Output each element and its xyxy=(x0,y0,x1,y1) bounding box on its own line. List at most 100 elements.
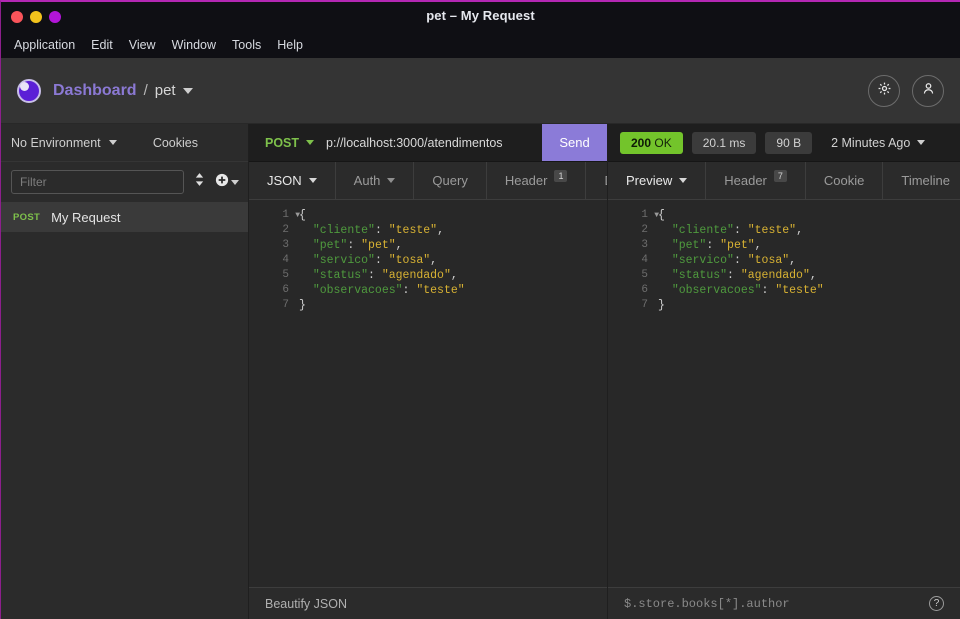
line-number: 2 xyxy=(282,224,289,236)
request-pane: POST p://localhost:3000/atendimentos Sen… xyxy=(249,124,608,619)
tab-auth-label: Auth xyxy=(353,173,381,188)
request-body-editor[interactable]: 1 ▼ 2 3 4 5 6 7 { "cliente": "teste", "pet": "p… xyxy=(249,200,607,587)
breadcrumb-dashboard[interactable]: Dashboard xyxy=(53,82,137,100)
code-line: "pet": "pet", xyxy=(299,238,607,253)
code-token-pun: : xyxy=(347,239,362,252)
code-token-pun xyxy=(299,284,313,297)
add-request-button[interactable] xyxy=(215,173,239,192)
code-line: "observacoes": "teste" xyxy=(299,283,607,298)
method-selector[interactable]: POST xyxy=(249,124,326,161)
request-gutter: 1 ▼ 2 3 4 5 6 7 xyxy=(249,200,300,587)
menu-help[interactable]: Help xyxy=(270,35,310,55)
status-text: OK xyxy=(654,135,672,150)
beautify-json-button[interactable]: Beautify JSON xyxy=(265,597,347,611)
app-window: pet – My Request Application Edit View W… xyxy=(0,0,960,619)
tab-response-header-label: Header xyxy=(724,173,767,188)
tab-timeline-label: Timeline xyxy=(901,173,951,188)
code-token-pun: , xyxy=(789,254,797,267)
menu-window[interactable]: Window xyxy=(165,35,223,55)
code-token-pun xyxy=(299,269,313,282)
menu-application[interactable]: Application xyxy=(7,35,82,55)
environment-label[interactable]: No Environment xyxy=(11,136,101,150)
breadcrumb: Dashboard / pet xyxy=(53,82,193,100)
request-list-item[interactable]: POST My Request xyxy=(1,202,248,232)
menu-view[interactable]: View xyxy=(122,35,163,55)
cookies-button[interactable]: Cookies xyxy=(153,136,198,150)
line-number: 5 xyxy=(641,269,648,281)
code-token-pun: , xyxy=(395,239,403,252)
sort-button[interactable] xyxy=(194,172,205,192)
code-token-pun: , xyxy=(437,224,444,237)
code-token-key: "observacoes" xyxy=(312,284,403,297)
tab-query-label: Query xyxy=(432,173,468,188)
tab-query[interactable]: Query xyxy=(414,162,487,199)
response-history-button[interactable]: 2 Minutes Ago xyxy=(831,136,926,150)
code-line: { xyxy=(658,208,960,223)
status-badge[interactable]: 200 OK xyxy=(620,131,683,154)
request-list: POST My Request xyxy=(1,202,248,619)
line-number: 6 xyxy=(282,284,289,296)
tab-timeline[interactable]: Timeline xyxy=(883,162,960,199)
request-code[interactable]: { "cliente": "teste", "pet": "pet", "ser… xyxy=(293,200,607,587)
tab-preview-label: Preview xyxy=(626,173,673,188)
tab-header[interactable]: Header 1 xyxy=(487,162,587,199)
window-title: pet – My Request xyxy=(426,8,535,23)
account-button[interactable] xyxy=(912,74,944,107)
tab-response-header[interactable]: Header 7 xyxy=(706,162,806,199)
code-token-pun xyxy=(658,239,672,252)
send-button[interactable]: Send xyxy=(542,124,607,161)
method-label: POST xyxy=(265,135,300,150)
tab-auth[interactable]: Auth xyxy=(336,162,415,199)
response-status-bar: 200 OK 20.1 ms 90 B 2 Minutes Ago xyxy=(608,124,960,162)
fold-triangle-icon[interactable]: ▼ xyxy=(295,208,300,223)
tab-header-badge: 1 xyxy=(554,169,568,182)
code-token-pun xyxy=(658,269,672,282)
question-mark-icon[interactable]: ? xyxy=(929,596,944,611)
url-input[interactable]: p://localhost:3000/atendimentos xyxy=(326,124,542,161)
chevron-down-icon xyxy=(306,140,315,145)
jsonpath-filter-input[interactable] xyxy=(624,596,929,611)
code-token-str: "pet" xyxy=(720,239,755,252)
filter-input[interactable] xyxy=(11,170,184,194)
environment-row: No Environment Cookies xyxy=(1,124,248,162)
tab-docs[interactable]: Do xyxy=(586,162,607,199)
fold-triangle-icon[interactable]: ▼ xyxy=(654,208,659,223)
chevron-down-icon[interactable] xyxy=(231,179,239,185)
tab-cookie[interactable]: Cookie xyxy=(806,162,884,199)
menu-tools[interactable]: Tools xyxy=(225,35,268,55)
response-time-chip[interactable]: 20.1 ms xyxy=(691,131,757,154)
line-number: 1 ▼ xyxy=(641,209,659,221)
code-line: "status": "agendado", xyxy=(299,268,607,283)
line-number: 2 xyxy=(641,224,648,236)
chevron-down-icon[interactable] xyxy=(108,140,117,145)
code-token-pun: , xyxy=(809,269,817,282)
tab-cookie-label: Cookie xyxy=(823,173,865,188)
request-name: My Request xyxy=(51,209,121,225)
app-header: Dashboard / pet xyxy=(1,58,960,124)
sort-updown-icon xyxy=(194,172,205,192)
url-bar: POST p://localhost:3000/atendimentos Sen… xyxy=(249,124,607,162)
code-token-str: "agendado" xyxy=(740,269,810,282)
response-size-chip[interactable]: 90 B xyxy=(765,131,813,154)
code-token-str: "teste" xyxy=(416,284,465,297)
code-token-pun: : xyxy=(733,254,748,267)
tab-json[interactable]: JSON xyxy=(249,162,336,199)
code-token-str: "teste" xyxy=(775,284,824,297)
menu-edit[interactable]: Edit xyxy=(84,35,120,55)
breadcrumb-current[interactable]: pet xyxy=(155,82,176,99)
code-token-pun: : xyxy=(733,224,748,237)
user-icon xyxy=(921,81,936,101)
request-footer: Beautify JSON xyxy=(249,587,607,619)
settings-button[interactable] xyxy=(868,74,900,107)
header-actions xyxy=(868,74,944,107)
chevron-down-icon[interactable] xyxy=(182,87,193,94)
code-token-pun: : xyxy=(374,224,389,237)
code-token-pun xyxy=(299,254,313,267)
code-token-pun: , xyxy=(754,239,762,252)
response-body-viewer[interactable]: 1 ▼ 2 3 4 5 6 7 { "cliente": "teste", "pet": "p… xyxy=(608,200,960,587)
tab-preview[interactable]: Preview xyxy=(608,162,707,199)
line-number: 3 xyxy=(282,239,289,251)
code-token-str: "agendado" xyxy=(381,269,451,282)
response-footer: ? xyxy=(608,587,960,619)
code-token-pun: } xyxy=(658,299,665,312)
